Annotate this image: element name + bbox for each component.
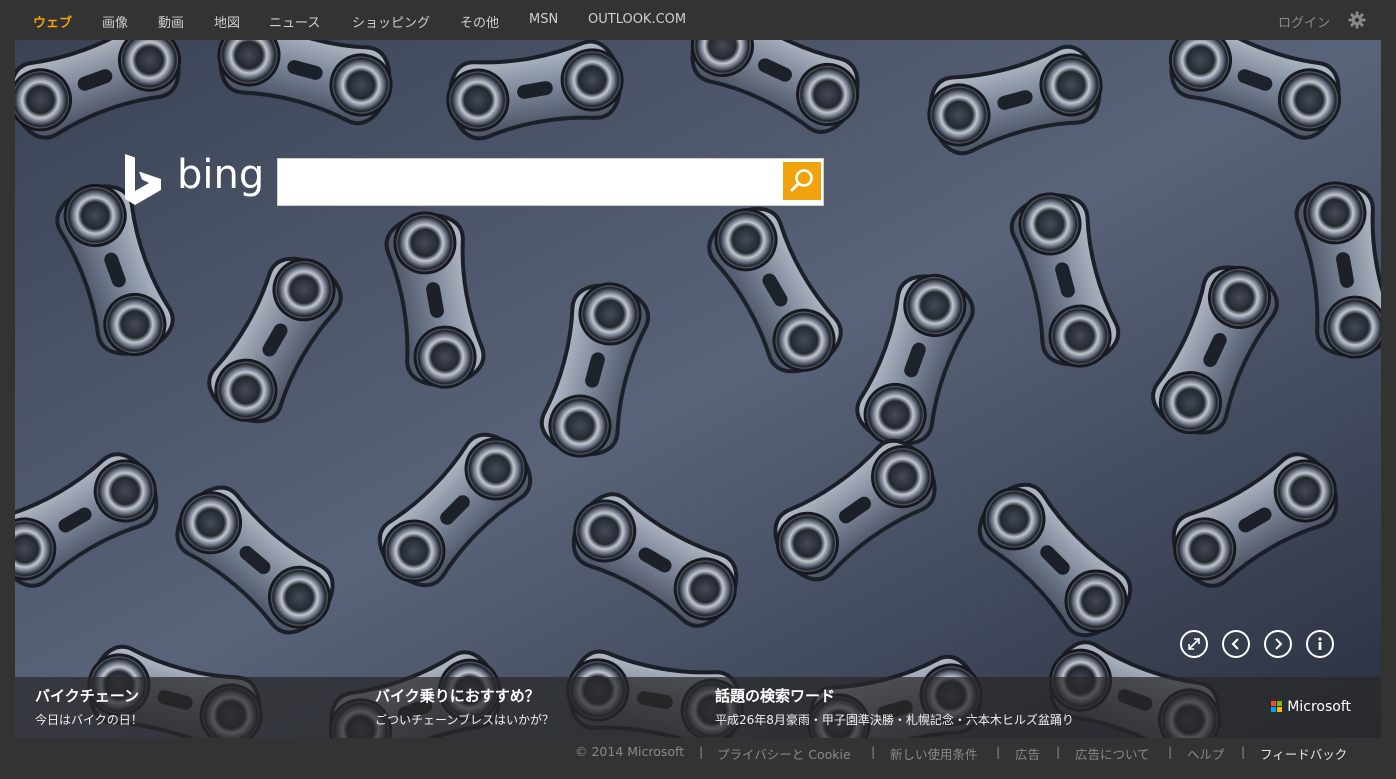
caption-subtitle: 今日はバイクの日！	[35, 713, 143, 727]
caption-title: 話題の検索ワード	[715, 687, 836, 705]
expand-button[interactable]	[1180, 630, 1208, 658]
footer: © 2014 Microsoft | プライバシーと Cookie | 新しい使…	[0, 744, 1396, 764]
chevron-right-icon	[1275, 638, 1283, 650]
footer-link-about-ads[interactable]: 広告について	[1075, 744, 1150, 763]
caption-item[interactable]: バイクチェーン 今日はバイクの日！	[35, 685, 143, 728]
footer-separator: |	[1168, 744, 1173, 759]
gear-icon[interactable]	[1348, 11, 1366, 29]
top-nav: ウェブ 画像 動画 地図 ニュース ショッピング その他 MSN OUTLOOK…	[0, 0, 1396, 40]
microsoft-squares-icon	[1271, 701, 1283, 712]
bike-chain-background	[15, 40, 1381, 738]
nav-item-msn[interactable]: MSN	[529, 12, 558, 27]
caption-title: バイク乗りにおすすめ？	[375, 687, 540, 705]
caption-subtitle: 平成26年8月豪雨・甲子園準決勝・札幌記念・六本木ヒルズ盆踊り	[715, 713, 1074, 727]
nav-item-maps[interactable]: 地図	[214, 12, 240, 31]
nav-item-images[interactable]: 画像	[102, 12, 128, 31]
footer-link-terms[interactable]: 新しい使用条件	[890, 744, 978, 763]
footer-link-privacy[interactable]: プライバシーと Cookie	[717, 744, 851, 763]
footer-separator: |	[996, 744, 1001, 759]
search-icon	[790, 169, 813, 192]
footer-link-feedback[interactable]: フィードバック	[1260, 744, 1347, 763]
next-image-button[interactable]	[1264, 630, 1292, 658]
footer-separator: |	[699, 744, 704, 759]
footer-link-help[interactable]: ヘルプ	[1187, 744, 1225, 763]
microsoft-logo[interactable]: Microsoft	[1271, 699, 1351, 715]
nav-item-more[interactable]: その他	[460, 12, 499, 31]
nav-item-shopping[interactable]: ショッピング	[352, 12, 430, 31]
footer-separator: |	[1241, 744, 1246, 759]
footer-separator: |	[871, 744, 876, 759]
expand-icon	[1188, 638, 1200, 650]
copyright-text: © 2014 Microsoft	[575, 744, 685, 759]
bing-wordmark: bing	[177, 152, 265, 198]
caption-bar: バイクチェーン 今日はバイクの日！ バイク乗りにおすすめ？ ごついチェーンブレス…	[15, 677, 1381, 738]
info-icon	[1318, 637, 1322, 650]
bing-logo[interactable]: bing	[123, 152, 273, 208]
microsoft-label: Microsoft	[1287, 699, 1351, 715]
bing-b-icon	[125, 154, 161, 205]
chevron-left-icon	[1231, 638, 1239, 650]
search-input[interactable]	[284, 165, 778, 199]
caption-item[interactable]: 話題の検索ワード 平成26年8月豪雨・甲子園準決勝・札幌記念・六本木ヒルズ盆踊り	[715, 685, 1074, 728]
info-button[interactable]	[1306, 630, 1334, 658]
footer-link-ads[interactable]: 広告	[1015, 744, 1040, 763]
nav-item-outlook[interactable]: OUTLOOK.COM	[588, 12, 686, 27]
hero-image: bing バイクチェーン 今日はバイクの日！ バイク乗りにおすすめ？ ごついチェ…	[15, 40, 1381, 738]
search-button[interactable]	[783, 162, 821, 200]
nav-item-web[interactable]: ウェブ	[33, 12, 72, 31]
caption-subtitle: ごついチェーンブレスはいかが？	[375, 713, 555, 727]
previous-image-button[interactable]	[1222, 630, 1250, 658]
search-box	[277, 158, 824, 206]
nav-item-news[interactable]: ニュース	[269, 12, 320, 31]
caption-item[interactable]: バイク乗りにおすすめ？ ごついチェーンブレスはいかが？	[375, 685, 554, 728]
footer-separator: |	[1056, 744, 1061, 759]
caption-title: バイクチェーン	[35, 687, 139, 705]
nav-item-videos[interactable]: 動画	[158, 12, 184, 31]
login-link[interactable]: ログイン	[1278, 12, 1330, 31]
